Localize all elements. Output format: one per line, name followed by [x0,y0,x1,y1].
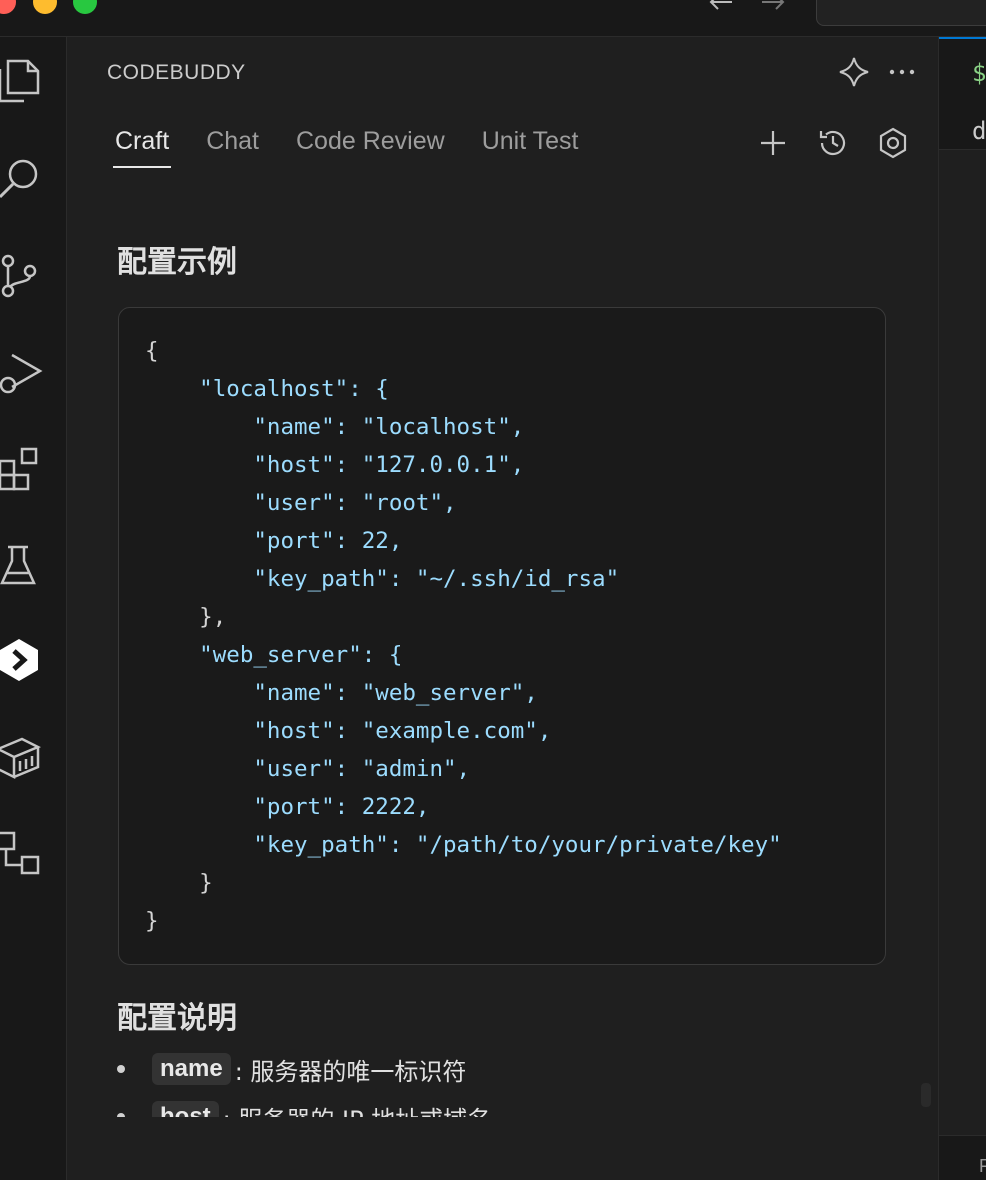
code-line: } [145,870,213,896]
panel-tabs: Craft Chat Code Review Unit Test [112,125,616,168]
scrollbar-thumb[interactable] [921,1083,931,1107]
run-debug-icon[interactable] [0,347,44,397]
source-control-icon[interactable] [0,251,44,301]
section-title-config-description: 配置说明 [117,1001,237,1036]
testing-icon[interactable] [0,541,44,591]
list-item: name : 服务器的唯一标识符 [117,1045,917,1093]
item-description: : 服务器的 IP 地址或域名 [223,1100,492,1118]
codebuddy-panel: CODEBUDDY Craft Chat Code Review Unit Te… [67,37,937,1180]
containers-icon[interactable] [0,731,44,781]
codebuddy-icon[interactable] [0,635,44,685]
tab-code-review[interactable]: Code Review [296,125,445,168]
minimize-window-button[interactable] [33,0,57,14]
bottom-label: F [979,1156,986,1176]
vscode-window: CODEBUDDY Craft Chat Code Review Unit Te… [0,0,986,1180]
inline-code: host [152,1101,219,1117]
more-icon[interactable] [885,55,919,89]
code-line: "host": "127.0.0.1", [145,452,525,478]
code-line: "user": "admin", [145,756,471,782]
tab-unit-test[interactable]: Unit Test [482,125,579,168]
tab-craft[interactable]: Craft [112,125,172,168]
code-line: "host": "example.com", [145,718,552,744]
close-window-button[interactable] [0,0,16,14]
history-icon[interactable] [815,125,851,161]
settings-icon[interactable] [875,125,911,161]
forward-arrow-icon[interactable] [758,0,788,16]
search-icon[interactable] [0,153,44,203]
editor-bottom-bar: F [939,1135,986,1180]
editor-text: d [972,117,986,145]
panel-title: CODEBUDDY [107,61,246,84]
code-content: { "localhost": { "name": "localhost", "h… [145,332,782,940]
section-title-config-example: 配置示例 [117,245,237,280]
config-description-list: name : 服务器的唯一标识符 host : 服务器的 IP 地址或域名 [117,1045,917,1117]
code-line: "name": "web_server", [145,680,538,706]
bullet-dot [117,1065,125,1073]
title-bar [0,0,986,37]
code-line: "key_path": "~/.ssh/id_rsa" [145,566,620,592]
code-line: "user": "root", [145,490,457,516]
inline-code: name [152,1053,231,1085]
remote-explorer-icon[interactable] [0,829,44,879]
code-line: { [145,338,159,364]
zoom-window-button[interactable] [73,0,97,14]
activity-bar [0,37,67,1180]
code-line: "name": "localhost", [145,414,525,440]
code-line: "localhost": { [145,376,389,402]
code-line: "web_server": { [145,642,403,668]
list-item: host : 服务器的 IP 地址或域名 [117,1093,917,1117]
bullet-dot [117,1113,125,1117]
code-line: } [145,908,159,934]
panel-actions [837,55,919,89]
files-icon[interactable] [0,55,44,105]
code-line: "key_path": "/path/to/your/private/key" [145,832,782,858]
back-arrow-icon[interactable] [706,0,736,16]
code-line: "port": 22, [145,528,403,554]
code-block: { "localhost": { "name": "localhost", "h… [118,307,886,965]
code-line: }, [145,604,227,630]
plus-icon[interactable] [755,125,791,161]
terminal-prompt: $ [972,59,986,87]
code-line: "port": 2222, [145,794,430,820]
editor-tab-bar: $ d [939,37,986,150]
editor-area: $ d F [938,37,986,1180]
tab-tools [755,125,911,161]
item-description: : 服务器的唯一标识符 [234,1057,467,1086]
sparkle-icon[interactable] [837,55,871,89]
active-tab-indicator [939,37,986,39]
tab-chat[interactable]: Chat [206,125,259,168]
extensions-icon[interactable] [0,443,44,493]
command-center-search[interactable] [816,0,986,26]
